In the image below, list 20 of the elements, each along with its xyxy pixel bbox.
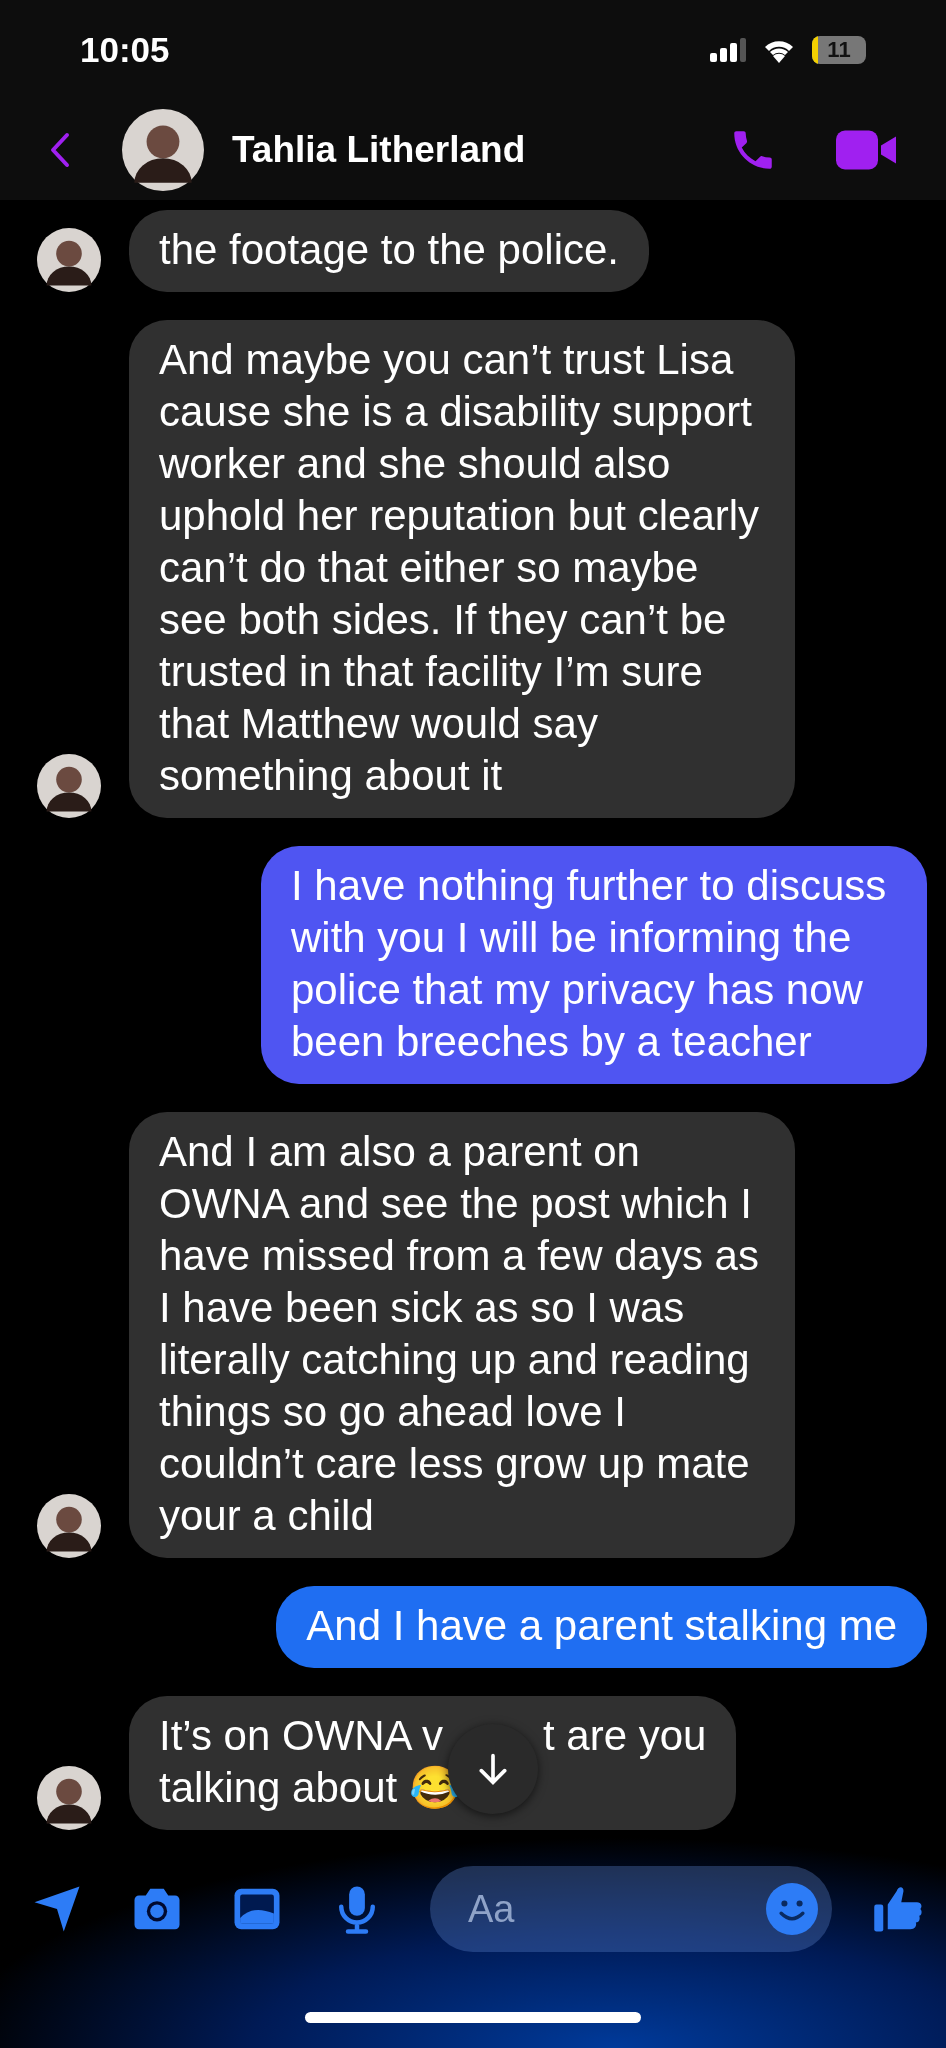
avatar[interactable]	[37, 228, 101, 292]
avatar[interactable]	[37, 1494, 101, 1558]
message-text: t are you	[543, 1711, 707, 1761]
message-text: It’s on OWNA v	[159, 1711, 443, 1761]
message-bubble[interactable]: And maybe you can’t trust Lisa cause she is a disability support worker and she should also uphold her reputation but clearly can’t do that either so maybe see both sides. If they can’t be trusted in that facility I’m sure that Matthew would say something about it	[129, 320, 795, 818]
message-bubble[interactable]: And I have a parent stalking me	[276, 1586, 927, 1668]
emoji-icon[interactable]	[766, 1883, 818, 1935]
avatar[interactable]	[37, 754, 101, 818]
video-camera-icon[interactable]	[836, 130, 896, 170]
back-icon[interactable]	[50, 132, 70, 168]
message-field[interactable]: Aa	[430, 1866, 832, 1952]
message-input[interactable]: Aa	[466, 1886, 766, 1932]
message-bubble[interactable]: And I am also a parent on OWNA and see the post which I have missed from a few days as I have been sick as so I was literally catching up and reading things so go ahead love I couldn’t care less grow up mate your a child	[129, 1112, 795, 1558]
status-time: 10:05	[80, 30, 170, 70]
signal-icon	[710, 38, 746, 62]
message-bubble[interactable]: I have nothing further to discuss with you I will be informing the police that my privacy has now been breeches by a teacher	[261, 846, 927, 1084]
avatar[interactable]	[37, 1766, 101, 1830]
battery-icon: 11	[812, 36, 866, 64]
avatar[interactable]	[122, 109, 204, 191]
message-bubble[interactable]: the footage to the police.	[129, 210, 649, 292]
